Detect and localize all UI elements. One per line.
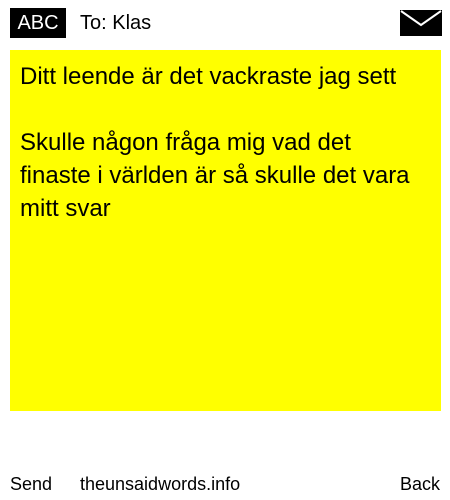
input-mode-badge[interactable]: ABC	[10, 8, 66, 38]
message-line: Skulle någon fråga mig vad det finaste i…	[20, 129, 410, 222]
envelope-icon	[400, 10, 442, 36]
message-line: Ditt leende är det vackraste jag sett	[20, 63, 397, 90]
recipient-label: To: Klas	[80, 12, 152, 34]
site-link[interactable]: theunsaidwords.info	[80, 472, 240, 496]
phone-screen: ABC To: Klas Ditt leende är det vackrast…	[0, 0, 450, 500]
message-text-area[interactable]: Ditt leende är det vackraste jag sett Sk…	[10, 50, 441, 411]
send-softkey[interactable]: Send	[10, 472, 52, 496]
back-softkey[interactable]: Back	[400, 472, 440, 496]
